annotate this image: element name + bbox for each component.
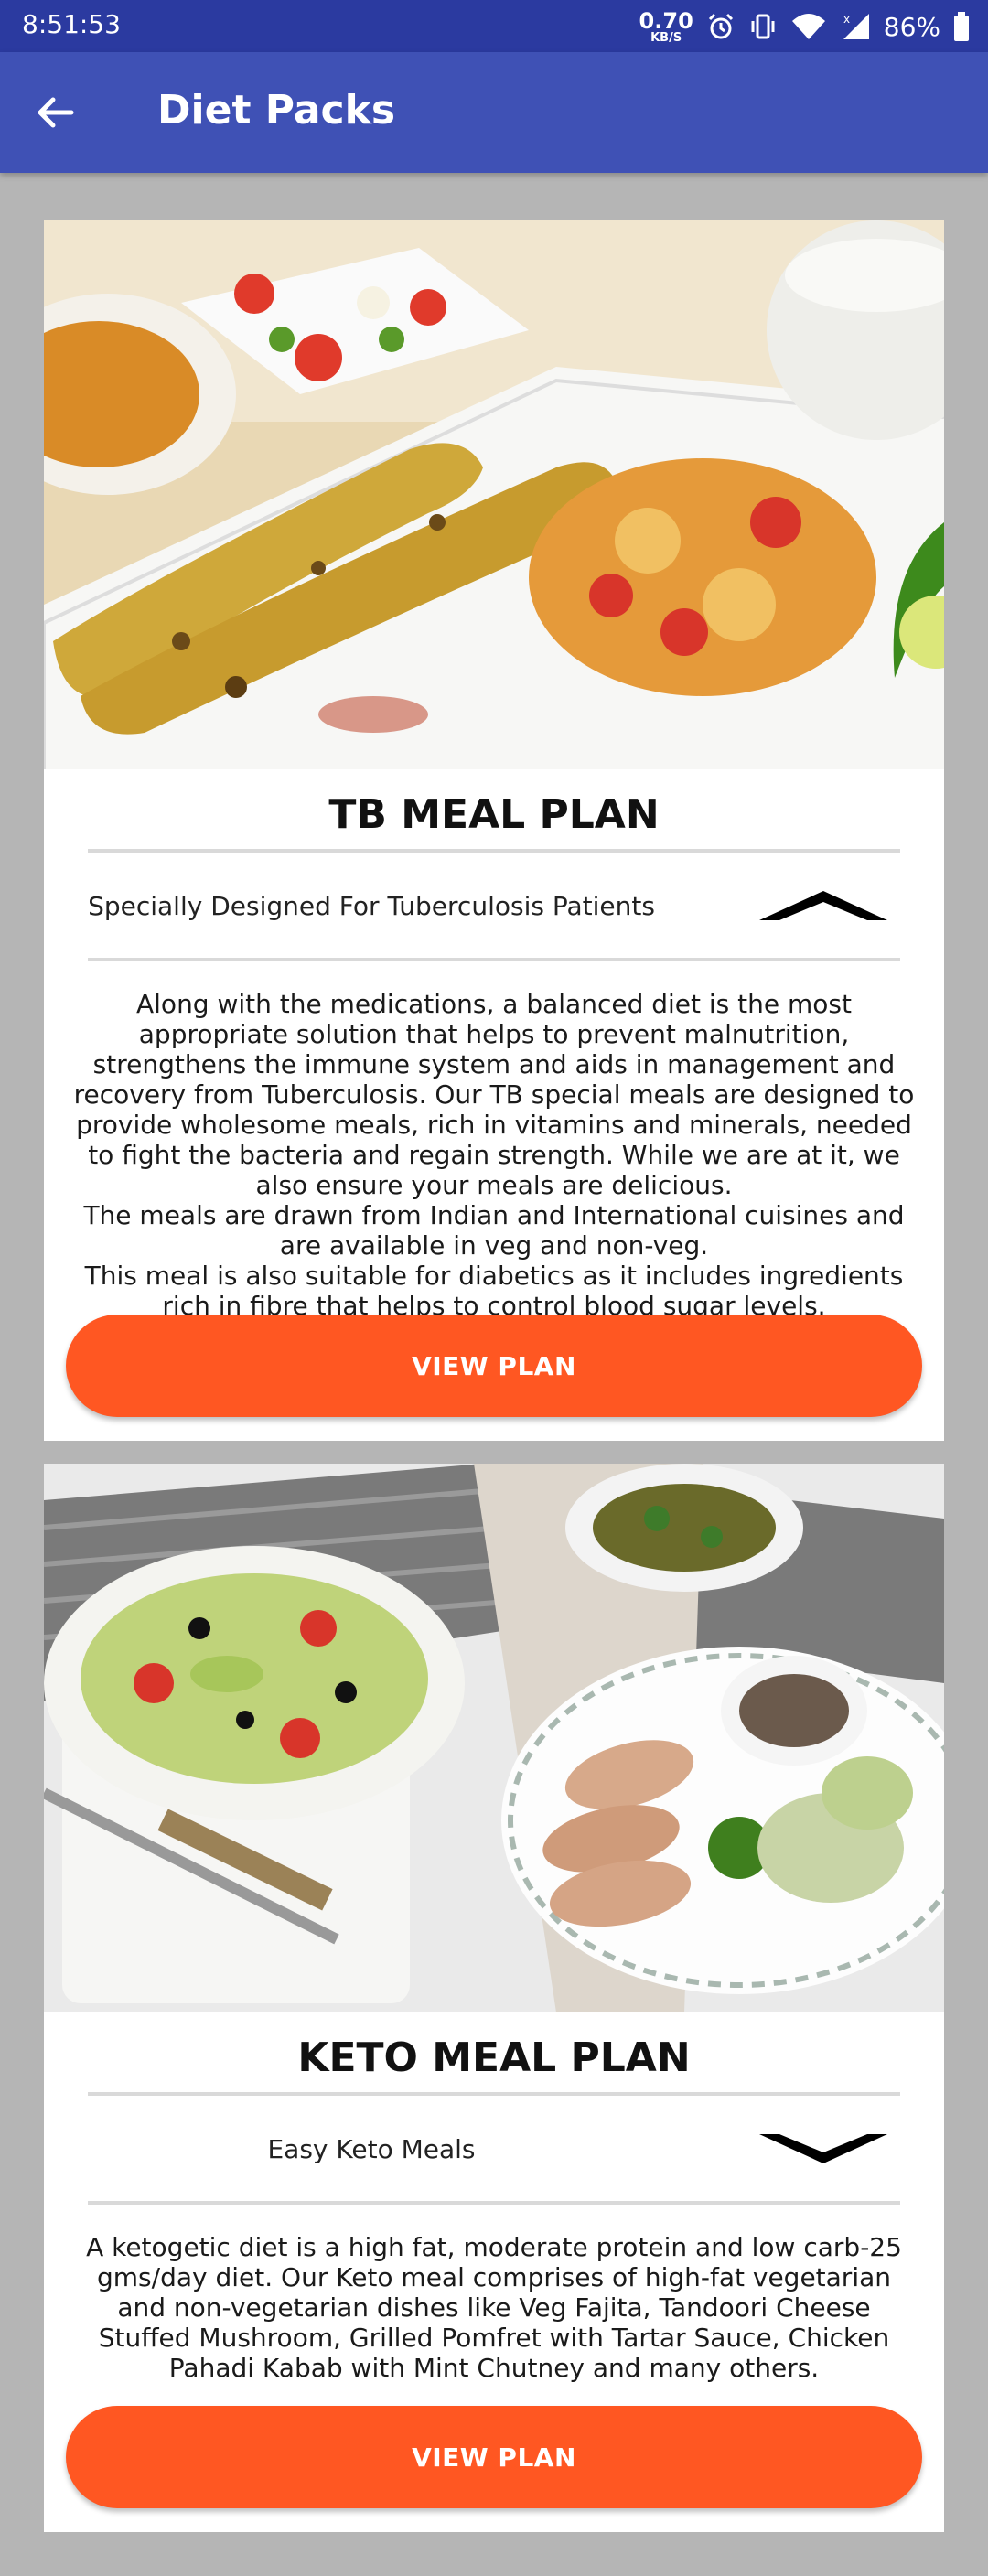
- view-plan-button[interactable]: VIEW PLAN: [66, 1315, 922, 1417]
- description-paragraph: Along with the medications, a balanced d…: [73, 989, 915, 1200]
- wifi-icon: [790, 12, 827, 41]
- net-speed: 0.70 KB/S: [639, 10, 693, 44]
- status-bar: 8:51:53 0.70 KB/S x 86%: [0, 0, 988, 52]
- tb-meal-image: [44, 220, 944, 769]
- description-paragraph: A ketogetic diet is a high fat, moderate…: [86, 2232, 902, 2383]
- back-button[interactable]: [27, 85, 82, 140]
- plan-card-keto: KETO MEAL PLAN Easy Keto Meals A ketoget…: [44, 1464, 944, 2532]
- alarm-icon: [706, 12, 736, 41]
- description-paragraph: This meal is also suitable for diabetics…: [84, 1261, 904, 1321]
- status-time: 8:51:53: [22, 9, 121, 39]
- description-paragraph: The meals are drawn from Indian and Inte…: [83, 1200, 905, 1261]
- battery-percent: 86%: [883, 11, 940, 42]
- divider: [88, 958, 900, 961]
- net-speed-value: 0.70: [639, 7, 693, 34]
- expand-toggle-button[interactable]: [759, 2117, 887, 2181]
- divider: [88, 2092, 900, 2096]
- net-speed-unit: KB/S: [650, 30, 682, 45]
- app-bar: Diet Packs: [0, 52, 988, 173]
- signal-icon: x: [840, 12, 871, 41]
- page-title: Diet Packs: [157, 87, 396, 134]
- plan-title: TB MEAL PLAN: [328, 791, 660, 838]
- divider: [88, 2201, 900, 2205]
- plan-subtitle-row[interactable]: Easy Keto Meals: [88, 2098, 900, 2199]
- plan-title: KETO MEAL PLAN: [297, 2034, 691, 2081]
- svg-text:x: x: [843, 13, 850, 26]
- arrow-left-icon: [38, 97, 74, 128]
- plan-subtitle: Easy Keto Meals: [267, 2133, 476, 2164]
- plan-subtitle-row[interactable]: Specially Designed For Tuberculosis Pati…: [88, 855, 900, 956]
- plan-description: Along with the medications, a balanced d…: [70, 989, 918, 1321]
- keto-meal-image: [44, 1464, 944, 2012]
- battery-icon: [953, 12, 970, 41]
- plan-subtitle: Specially Designed For Tuberculosis Pati…: [88, 890, 655, 921]
- collapse-toggle-button[interactable]: [759, 874, 887, 938]
- plan-card-tb: TB MEAL PLAN Specially Designed For Tube…: [44, 220, 944, 1441]
- vibrate-icon: [748, 12, 778, 41]
- chevron-down-icon: [759, 2134, 887, 2163]
- status-icons: 0.70 KB/S x 86%: [639, 4, 970, 49]
- chevron-up-icon: [759, 891, 887, 920]
- view-plan-button[interactable]: VIEW PLAN: [66, 2406, 922, 2508]
- plan-description: A ketogetic diet is a high fat, moderate…: [70, 2232, 918, 2383]
- divider: [88, 849, 900, 853]
